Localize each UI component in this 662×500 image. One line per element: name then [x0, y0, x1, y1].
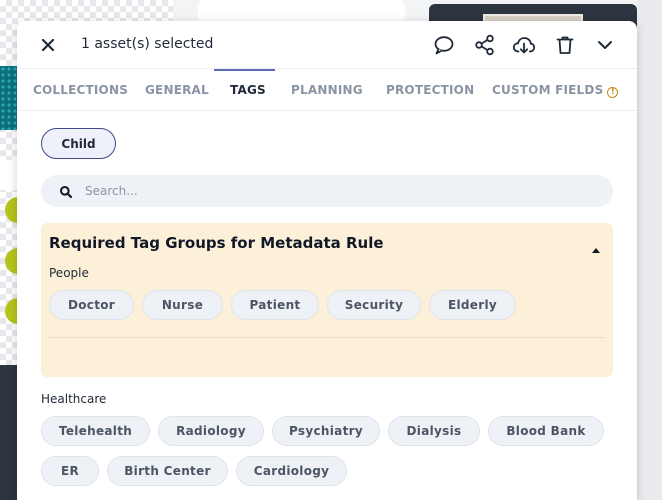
tag-pill[interactable]: Nurse	[142, 290, 223, 320]
comment-icon	[434, 36, 454, 55]
tag-pill[interactable]: Security	[327, 290, 421, 320]
tag-pill[interactable]: Birth Center	[107, 456, 228, 486]
tag-pill[interactable]: Psychiatry	[272, 416, 380, 446]
caret-up-icon	[592, 248, 600, 253]
search-icon	[59, 184, 73, 199]
active-tab-indicator	[214, 69, 275, 71]
asset-details-panel: 1 asset(s) selected COLLECTIONS GENERAL …	[17, 21, 637, 500]
tab-planning[interactable]: PLANNING	[291, 83, 363, 97]
warning-icon: !	[607, 87, 619, 98]
group-label-people: People	[49, 266, 89, 280]
tab-custom-fields[interactable]: CUSTOM FIELDS!	[492, 83, 619, 98]
delete-button[interactable]	[553, 33, 577, 57]
close-button[interactable]	[36, 35, 60, 55]
tag-pill[interactable]: Elderly	[429, 290, 516, 320]
selected-tag-chip[interactable]: Child	[41, 128, 116, 159]
tab-tags[interactable]: TAGS	[230, 83, 266, 97]
tag-pill[interactable]: Patient	[231, 290, 319, 320]
panel-header: 1 asset(s) selected	[17, 21, 637, 69]
background-edge	[637, 0, 662, 500]
trash-icon	[556, 36, 574, 54]
tab-general[interactable]: GENERAL	[145, 83, 209, 97]
tab-collections[interactable]: COLLECTIONS	[33, 83, 128, 97]
tag-pill[interactable]: Blood Bank	[488, 416, 604, 446]
search-input[interactable]	[85, 181, 595, 201]
download-button[interactable]	[512, 33, 536, 57]
rule-box-title: Required Tag Groups for Metadata Rule	[49, 234, 384, 252]
share-icon	[475, 34, 494, 56]
background-card	[198, 0, 405, 22]
divider	[49, 337, 605, 338]
group-label-healthcare: Healthcare	[41, 392, 107, 406]
tag-pill[interactable]: ER	[41, 456, 99, 486]
tab-custom-fields-label: CUSTOM FIELDS	[492, 83, 604, 97]
tag-pill[interactable]: Dialysis	[388, 416, 480, 446]
collapse-rule-toggle[interactable]	[591, 239, 601, 253]
tag-pill[interactable]: Radiology	[158, 416, 264, 446]
collapse-button[interactable]	[593, 33, 617, 57]
tag-pill[interactable]: Doctor	[49, 290, 134, 320]
tag-search-bar	[41, 175, 613, 207]
tag-pill[interactable]: Cardiology	[236, 456, 347, 486]
tag-pill[interactable]: Telehealth	[41, 416, 150, 446]
chevron-down-icon	[598, 41, 612, 49]
share-button[interactable]	[473, 33, 497, 57]
required-tag-groups-panel: Required Tag Groups for Metadata Rule Pe…	[41, 223, 613, 377]
selection-count: 1 asset(s) selected	[81, 36, 214, 52]
comment-button[interactable]	[432, 33, 456, 57]
close-icon	[41, 38, 55, 52]
download-icon	[512, 37, 536, 54]
tab-bar: COLLECTIONS GENERAL TAGS PLANNING PROTEC…	[17, 69, 637, 111]
tab-protection[interactable]: PROTECTION	[386, 83, 474, 97]
